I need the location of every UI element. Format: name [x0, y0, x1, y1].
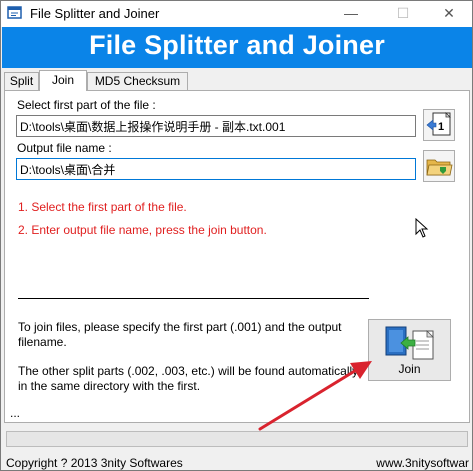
status-bar: Copyright ? 2013 3nity Softwares www.3ni… — [2, 453, 472, 471]
divider — [18, 298, 369, 299]
output-file-input[interactable] — [16, 158, 416, 180]
status-text: ... — [10, 406, 21, 420]
minimize-button[interactable]: — — [329, 1, 373, 27]
annotation-arrow-icon — [258, 361, 372, 431]
join-panel: Select first part of the file : 1 Output… — [4, 90, 470, 423]
browse-first-part-button[interactable]: 1 — [423, 109, 455, 141]
join-files-icon — [385, 326, 434, 360]
tab-md5-checksum[interactable]: MD5 Checksum — [87, 72, 188, 90]
app-window: File Splitter and Joiner — ☐ ✕ File Spli… — [0, 0, 473, 471]
title-bar: File Splitter and Joiner — ☐ ✕ — [1, 1, 472, 27]
tab-split[interactable]: Split — [4, 72, 39, 90]
copyright-text: Copyright ? 2013 3nity Softwares — [6, 456, 183, 470]
open-first-part-icon: 1 — [426, 112, 451, 136]
join-button-label: Join — [398, 362, 421, 376]
tab-join[interactable]: Join — [39, 70, 87, 91]
banner-title: File Splitter and Joiner — [89, 30, 385, 60]
join-button[interactable]: Join — [368, 319, 451, 381]
first-part-input[interactable] — [16, 115, 416, 137]
info-text-1: To join files, please specify the first … — [18, 320, 342, 349]
browse-output-button[interactable] — [423, 150, 455, 182]
folder-save-icon — [426, 159, 453, 176]
instruction-step-2: 2. Enter output file name, press the joi… — [18, 223, 267, 237]
svg-text:1: 1 — [438, 121, 444, 133]
maximize-button[interactable]: ☐ — [381, 1, 425, 27]
window-title: File Splitter and Joiner — [30, 6, 160, 21]
website-link[interactable]: www.3nitysoftwar — [376, 456, 469, 470]
close-button[interactable]: ✕ — [427, 1, 471, 27]
first-part-label: Select first part of the file : — [17, 98, 156, 112]
banner: File Splitter and Joiner — [2, 27, 472, 68]
progress-bar — [6, 431, 468, 447]
output-label: Output file name : — [17, 141, 112, 155]
app-icon — [7, 6, 22, 19]
instruction-step-1: 1. Select the first part of the file. — [18, 200, 187, 214]
mouse-cursor-icon — [415, 218, 429, 238]
